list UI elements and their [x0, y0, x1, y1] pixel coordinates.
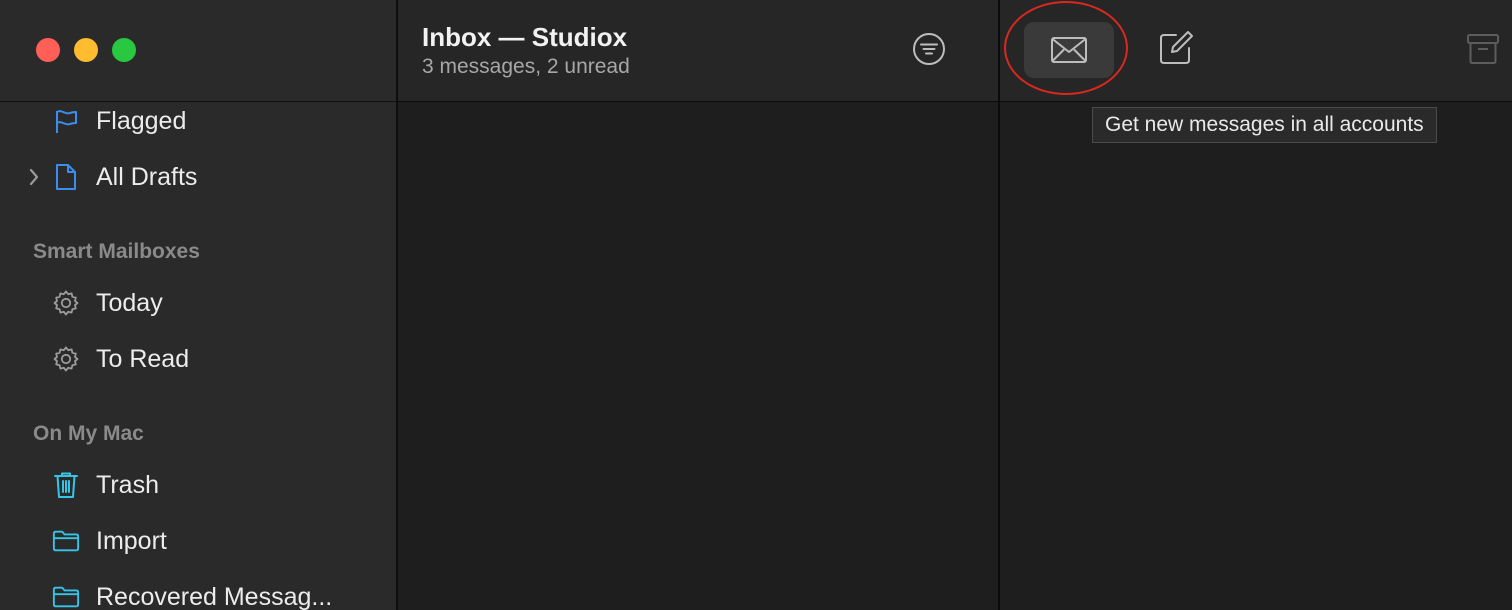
sidebar-item-today[interactable]: Today — [0, 281, 396, 325]
compose-button[interactable] — [1158, 30, 1194, 66]
sidebar-item-import[interactable]: Import — [0, 519, 396, 563]
window-controls — [36, 38, 136, 62]
sidebar-item-to-read[interactable]: To Read — [0, 337, 396, 381]
message-viewer-pane — [1000, 0, 1512, 610]
sidebar-item-recovered-messages[interactable]: Recovered Messag... — [0, 575, 396, 610]
sidebar-item-label: Recovered Messag... — [96, 582, 333, 610]
message-list[interactable] — [398, 102, 998, 610]
chevron-right-icon[interactable] — [26, 165, 42, 189]
get-new-messages-button[interactable] — [1024, 22, 1114, 78]
sidebar-item-label: Trash — [96, 470, 159, 499]
sidebar-item-label: All Drafts — [96, 162, 198, 191]
gear-icon — [52, 289, 80, 317]
mailbox-title: Inbox — Studiox — [422, 22, 628, 52]
folder-icon — [52, 583, 80, 610]
sidebar: Flagged All Drafts Smart Mailboxes Today — [0, 0, 398, 610]
sidebar-item-all-drafts[interactable]: All Drafts — [0, 155, 396, 199]
archive-icon — [1467, 34, 1499, 64]
zoom-window-button[interactable] — [112, 38, 136, 62]
trash-icon — [52, 471, 80, 499]
envelope-icon — [1051, 37, 1087, 63]
filter-icon — [913, 33, 945, 65]
sidebar-item-flagged[interactable]: Flagged — [0, 99, 396, 143]
draft-document-icon — [52, 163, 80, 191]
compose-icon — [1160, 31, 1193, 64]
mailbox-subtitle: 3 messages, 2 unread — [422, 55, 630, 78]
sidebar-item-label: To Read — [96, 344, 190, 373]
folder-icon — [52, 527, 80, 555]
sidebar-item-label: Today — [96, 288, 163, 317]
gear-icon — [52, 345, 80, 373]
filter-button[interactable] — [912, 32, 946, 66]
tooltip: Get new messages in all accounts — [1092, 107, 1437, 143]
minimize-window-button[interactable] — [74, 38, 98, 62]
flag-icon — [52, 107, 80, 135]
message-list-toolbar: Inbox — Studiox 3 messages, 2 unread — [398, 0, 998, 102]
sidebar-item-label: Flagged — [96, 106, 187, 135]
sidebar-item-label: Import — [96, 526, 167, 555]
message-list-pane: Inbox — Studiox 3 messages, 2 unread — [398, 0, 1000, 610]
message-viewer-toolbar — [1000, 0, 1512, 102]
section-header-on-my-mac[interactable]: On My Mac — [33, 422, 144, 446]
close-window-button[interactable] — [36, 38, 60, 62]
archive-button[interactable] — [1466, 32, 1500, 66]
section-header-smart-mailboxes[interactable]: Smart Mailboxes — [33, 240, 200, 264]
sidebar-item-trash[interactable]: Trash — [0, 463, 396, 507]
